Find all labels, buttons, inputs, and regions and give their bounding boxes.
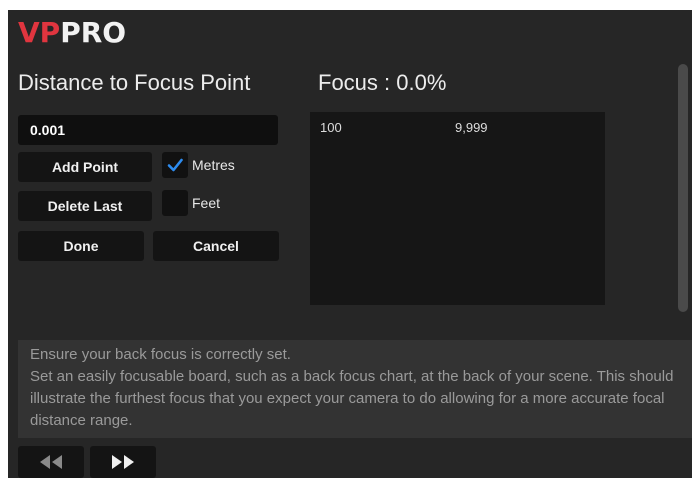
- previous-step-button[interactable]: [18, 446, 84, 478]
- next-step-button[interactable]: [90, 446, 156, 478]
- app-panel: VPPRO Distance to Focus Point Focus : 0.…: [8, 10, 692, 478]
- metres-checkbox[interactable]: [162, 152, 188, 178]
- fast-forward-icon: [112, 455, 134, 469]
- vertical-scrollbar[interactable]: [678, 64, 688, 312]
- rewind-icon: [40, 455, 62, 469]
- done-button[interactable]: Done: [18, 231, 144, 261]
- distance-input[interactable]: [18, 115, 278, 145]
- vppro-logo: VPPRO: [18, 16, 126, 50]
- focus-readout: Focus : 0.0%: [318, 70, 447, 95]
- instruction-line: Ensure your back focus is correctly set.: [30, 346, 291, 363]
- list-item: 100 9,999: [320, 120, 488, 135]
- feet-option[interactable]: Feet: [162, 190, 220, 216]
- focus-point-value: 100: [320, 120, 342, 135]
- delete-last-button[interactable]: Delete Last: [18, 191, 152, 221]
- metres-label: Metres: [192, 157, 235, 173]
- add-point-button[interactable]: Add Point: [18, 152, 152, 182]
- focus-points-list: 100 9,999: [310, 112, 605, 305]
- logo-vp: VP: [18, 16, 61, 49]
- checkmark-icon: [167, 158, 183, 172]
- cancel-button[interactable]: Cancel: [153, 231, 279, 261]
- distance-value: 9,999: [455, 120, 488, 135]
- instruction-body: Set an easily focusable board, such as a…: [30, 368, 674, 429]
- distance-label: Distance to Focus Point: [18, 70, 251, 95]
- instructions-panel: Ensure your back focus is correctly set.…: [18, 340, 692, 438]
- logo-pro: PRO: [60, 16, 127, 49]
- feet-checkbox[interactable]: [162, 190, 188, 216]
- metres-option[interactable]: Metres: [162, 152, 235, 178]
- feet-label: Feet: [192, 195, 221, 211]
